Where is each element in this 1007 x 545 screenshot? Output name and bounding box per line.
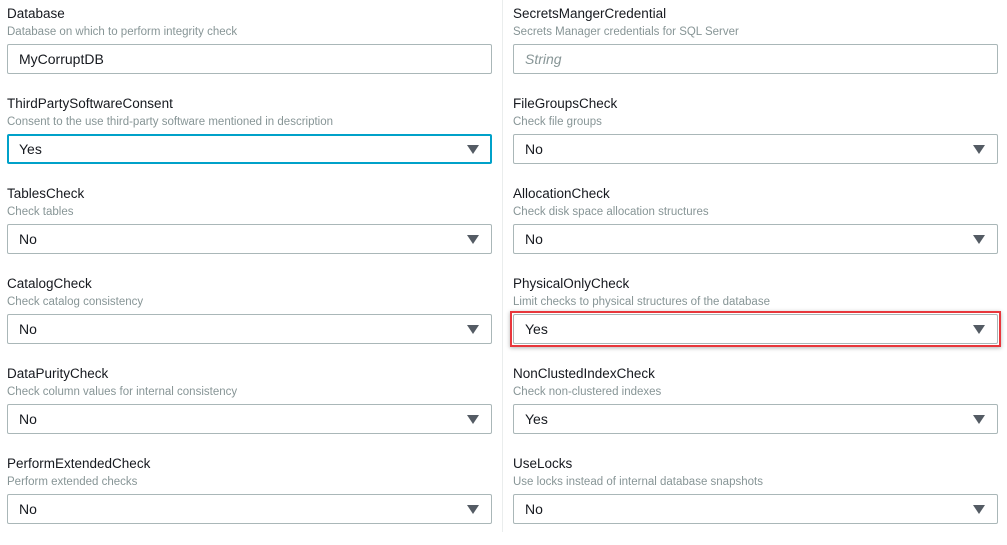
field-description: Consent to the use third-party software … xyxy=(7,116,334,128)
select-value: No xyxy=(19,231,37,247)
caret-down-icon xyxy=(467,235,479,244)
field-label: AllocationCheck xyxy=(513,186,610,201)
field-database: Database Database on which to perform in… xyxy=(7,5,492,95)
use-locks-select[interactable]: No xyxy=(513,494,998,524)
caret-down-icon xyxy=(973,235,985,244)
right-column: SecretsMangerCredential Secrets Manager … xyxy=(510,5,1001,545)
caret-down-icon xyxy=(467,145,479,154)
select-value: No xyxy=(19,411,37,427)
field-label: SecretsMangerCredential xyxy=(513,6,667,21)
field-tables-check: TablesCheck Check tables No xyxy=(7,185,492,275)
physical-only-check-select[interactable]: Yes xyxy=(513,314,998,344)
caret-down-icon xyxy=(467,505,479,514)
select-value: No xyxy=(19,321,37,337)
field-file-groups-check: FileGroupsCheck Check file groups No xyxy=(513,95,998,185)
field-label: DataPurityCheck xyxy=(7,366,109,381)
field-label: PhysicalOnlyCheck xyxy=(513,276,630,291)
allocation-check-select[interactable]: No xyxy=(513,224,998,254)
field-description: Check file groups xyxy=(513,116,602,128)
catalog-check-select[interactable]: No xyxy=(7,314,492,344)
field-description: Perform extended checks xyxy=(7,476,138,488)
field-catalog-check: CatalogCheck Check catalog consistency N… xyxy=(7,275,492,365)
select-value: Yes xyxy=(525,321,548,337)
field-label: TablesCheck xyxy=(7,186,85,201)
select-value: No xyxy=(525,501,543,517)
database-input[interactable]: MyCorruptDB xyxy=(7,44,492,74)
field-label: FileGroupsCheck xyxy=(513,96,618,111)
third-party-consent-select[interactable]: Yes xyxy=(7,134,492,164)
select-value: Yes xyxy=(19,141,42,157)
field-description: Check tables xyxy=(7,206,74,218)
caret-down-icon xyxy=(973,325,985,334)
field-label: UseLocks xyxy=(513,456,573,471)
caret-down-icon xyxy=(973,505,985,514)
caret-down-icon xyxy=(467,325,479,334)
field-non-clustered-index-check: NonClustedIndexCheck Check non-clustered… xyxy=(513,365,998,455)
file-groups-check-select[interactable]: No xyxy=(513,134,998,164)
field-description: Secrets Manager credentials for SQL Serv… xyxy=(513,26,739,38)
field-label: NonClustedIndexCheck xyxy=(513,366,655,381)
field-label: Database xyxy=(7,6,65,21)
caret-down-icon xyxy=(467,415,479,424)
select-value: No xyxy=(525,231,543,247)
perform-extended-check-select[interactable]: No xyxy=(7,494,492,524)
field-label: CatalogCheck xyxy=(7,276,92,291)
field-secrets-manager-credential: SecretsMangerCredential Secrets Manager … xyxy=(513,5,998,95)
select-value: No xyxy=(19,501,37,517)
field-description: Check disk space allocation structures xyxy=(513,206,709,218)
tables-check-select[interactable]: No xyxy=(7,224,492,254)
field-data-purity-check: DataPurityCheck Check column values for … xyxy=(7,365,492,455)
caret-down-icon xyxy=(973,145,985,154)
caret-down-icon xyxy=(973,415,985,424)
data-purity-check-select[interactable]: No xyxy=(7,404,492,434)
left-column: Database Database on which to perform in… xyxy=(7,5,492,545)
field-description: Limit checks to physical structures of t… xyxy=(513,296,770,308)
field-description: Use locks instead of internal database s… xyxy=(513,476,763,488)
select-value: Yes xyxy=(525,411,548,427)
field-third-party-consent: ThirdPartySoftwareConsent Consent to the… xyxy=(7,95,492,185)
secrets-manager-credential-input[interactable]: String xyxy=(513,44,998,74)
field-description: Database on which to perform integrity c… xyxy=(7,26,238,38)
column-divider xyxy=(502,0,503,532)
field-allocation-check: AllocationCheck Check disk space allocat… xyxy=(513,185,998,275)
field-description: Check non-clustered indexes xyxy=(513,386,662,398)
field-label: ThirdPartySoftwareConsent xyxy=(7,96,173,111)
select-value: No xyxy=(525,141,543,157)
field-description: Check column values for internal consist… xyxy=(7,386,238,398)
non-clustered-index-check-select[interactable]: Yes xyxy=(513,404,998,434)
field-description: Check catalog consistency xyxy=(7,296,144,308)
field-physical-only-check: PhysicalOnlyCheck Limit checks to physic… xyxy=(510,275,1001,365)
field-label: PerformExtendedCheck xyxy=(7,456,151,471)
